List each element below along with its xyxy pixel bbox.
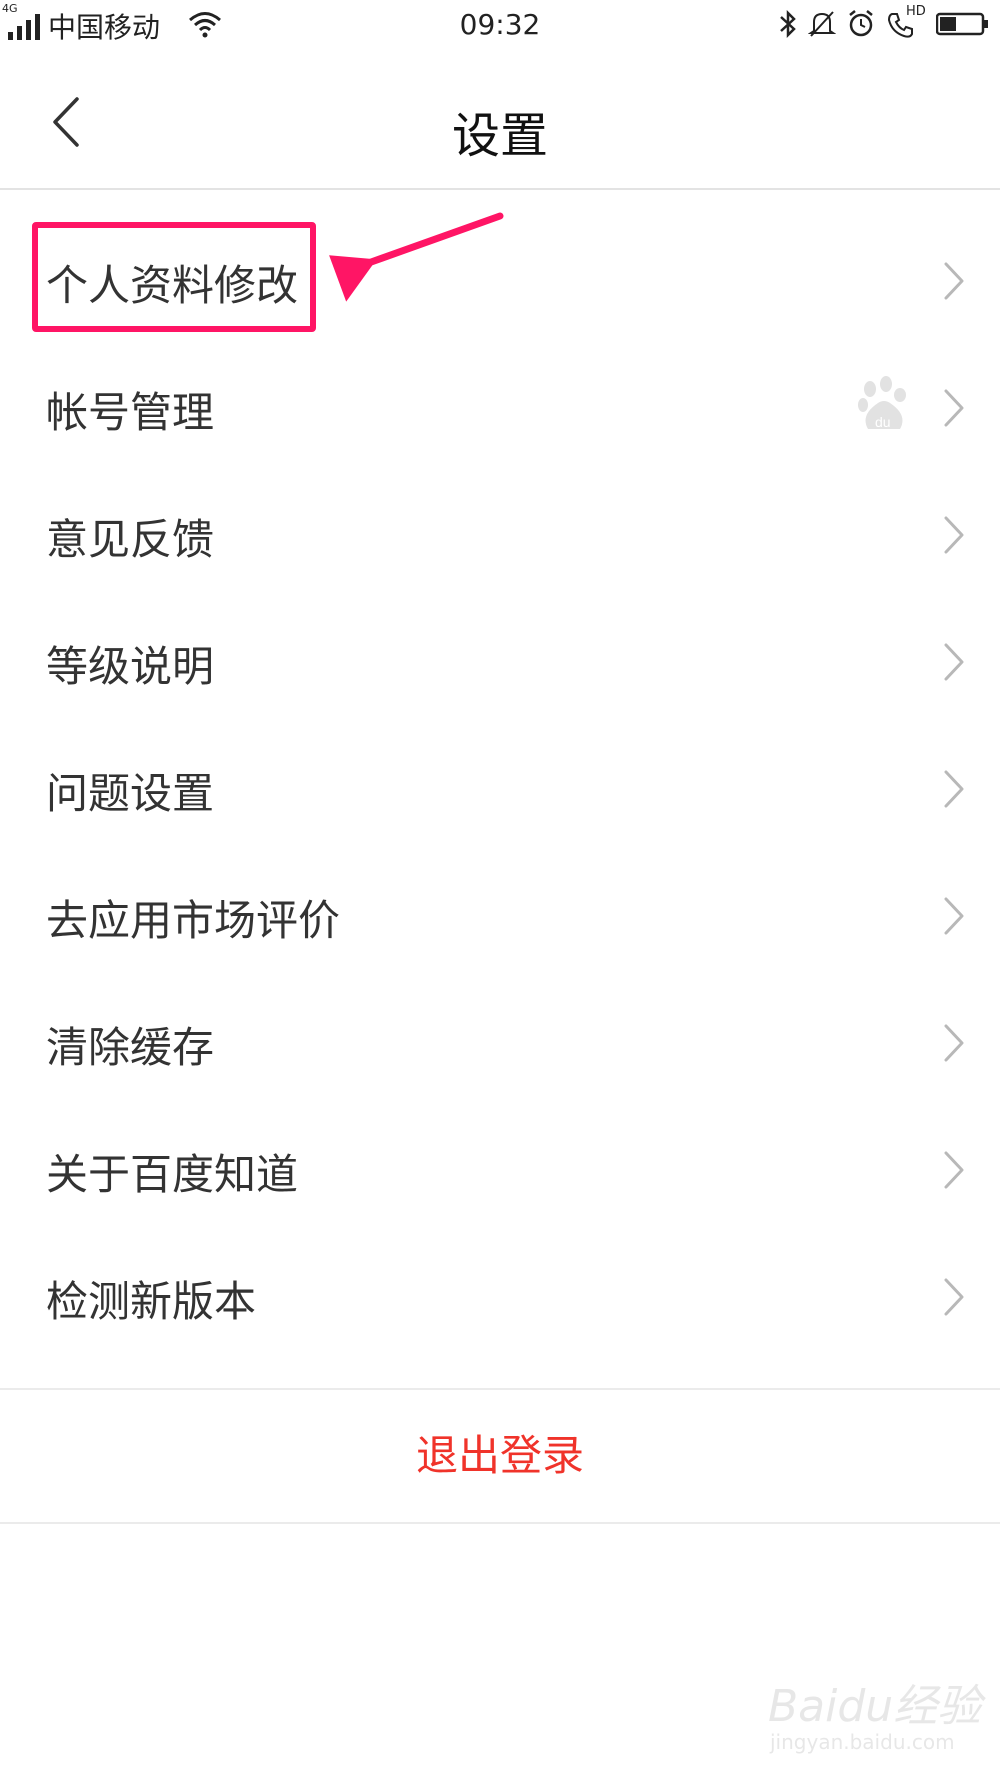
chevron-right-icon xyxy=(944,643,964,681)
settings-item-label: 意见反馈 xyxy=(46,515,215,564)
settings-item-clear-cache[interactable]: 清除缓存 xyxy=(0,982,1000,1109)
alarm-icon xyxy=(849,10,873,37)
status-bar: 4G 中国移动 09:32 HD xyxy=(0,0,1000,56)
settings-item-label: 等级说明 xyxy=(46,642,215,691)
hd-call-indicator: HD xyxy=(886,4,926,40)
page-title: 设置 xyxy=(451,108,548,164)
baidu-paw-icon: du xyxy=(858,376,906,430)
divider-bottom xyxy=(0,1522,1000,1524)
chevron-right-icon xyxy=(944,516,964,554)
chevron-right-icon xyxy=(944,897,964,935)
settings-item-about[interactable]: 关于百度知道 xyxy=(0,1109,1000,1236)
chevron-right-icon xyxy=(944,770,964,808)
chevron-right-icon xyxy=(944,1151,964,1189)
settings-item-rate-app[interactable]: 去应用市场评价 xyxy=(0,855,1000,982)
settings-item-account-management[interactable]: 帐号管理 du xyxy=(0,347,1000,474)
settings-item-level-info[interactable]: 等级说明 xyxy=(0,601,1000,728)
settings-item-label: 问题设置 xyxy=(46,769,215,818)
settings-item-label: 去应用市场评价 xyxy=(46,896,341,945)
settings-item-feedback[interactable]: 意见反馈 xyxy=(0,474,1000,601)
svg-text:du: du xyxy=(875,414,891,430)
settings-item-question-settings[interactable]: 问题设置 xyxy=(0,728,1000,855)
hd-label: HD xyxy=(906,4,926,19)
nav-bar: 设置 xyxy=(0,56,1000,190)
chevron-right-icon xyxy=(944,1278,964,1316)
settings-item-label: 帐号管理 xyxy=(46,388,215,437)
chevron-right-icon xyxy=(944,262,964,300)
bluetooth-icon xyxy=(780,9,796,39)
chevron-right-icon xyxy=(944,389,964,427)
logout-button[interactable]: 退出登录 xyxy=(0,1390,1000,1522)
settings-item-label: 检测新版本 xyxy=(46,1277,257,1326)
watermark-url: jingyan.baidu.com xyxy=(770,1730,955,1754)
settings-item-label: 关于百度知道 xyxy=(46,1150,299,1199)
annotation-arrow-icon xyxy=(329,212,504,302)
annotation-highlight-box xyxy=(32,222,316,332)
watermark: Baidu经验 jingyan.baidu.com xyxy=(760,1668,982,1758)
settings-item-label: 清除缓存 xyxy=(46,1023,215,1072)
battery-icon xyxy=(936,12,988,36)
status-icons: HD xyxy=(778,4,990,40)
watermark-brand: Baidu经验 xyxy=(768,1681,982,1732)
settings-list: 个人资料修改 帐号管理 du 意见反馈 等级说明 问题设置 去应用市场评价 清除… xyxy=(0,220,1000,1363)
settings-item-check-update[interactable]: 检测新版本 xyxy=(0,1236,1000,1363)
chevron-right-icon xyxy=(944,1024,964,1062)
mute-icon xyxy=(808,11,836,37)
